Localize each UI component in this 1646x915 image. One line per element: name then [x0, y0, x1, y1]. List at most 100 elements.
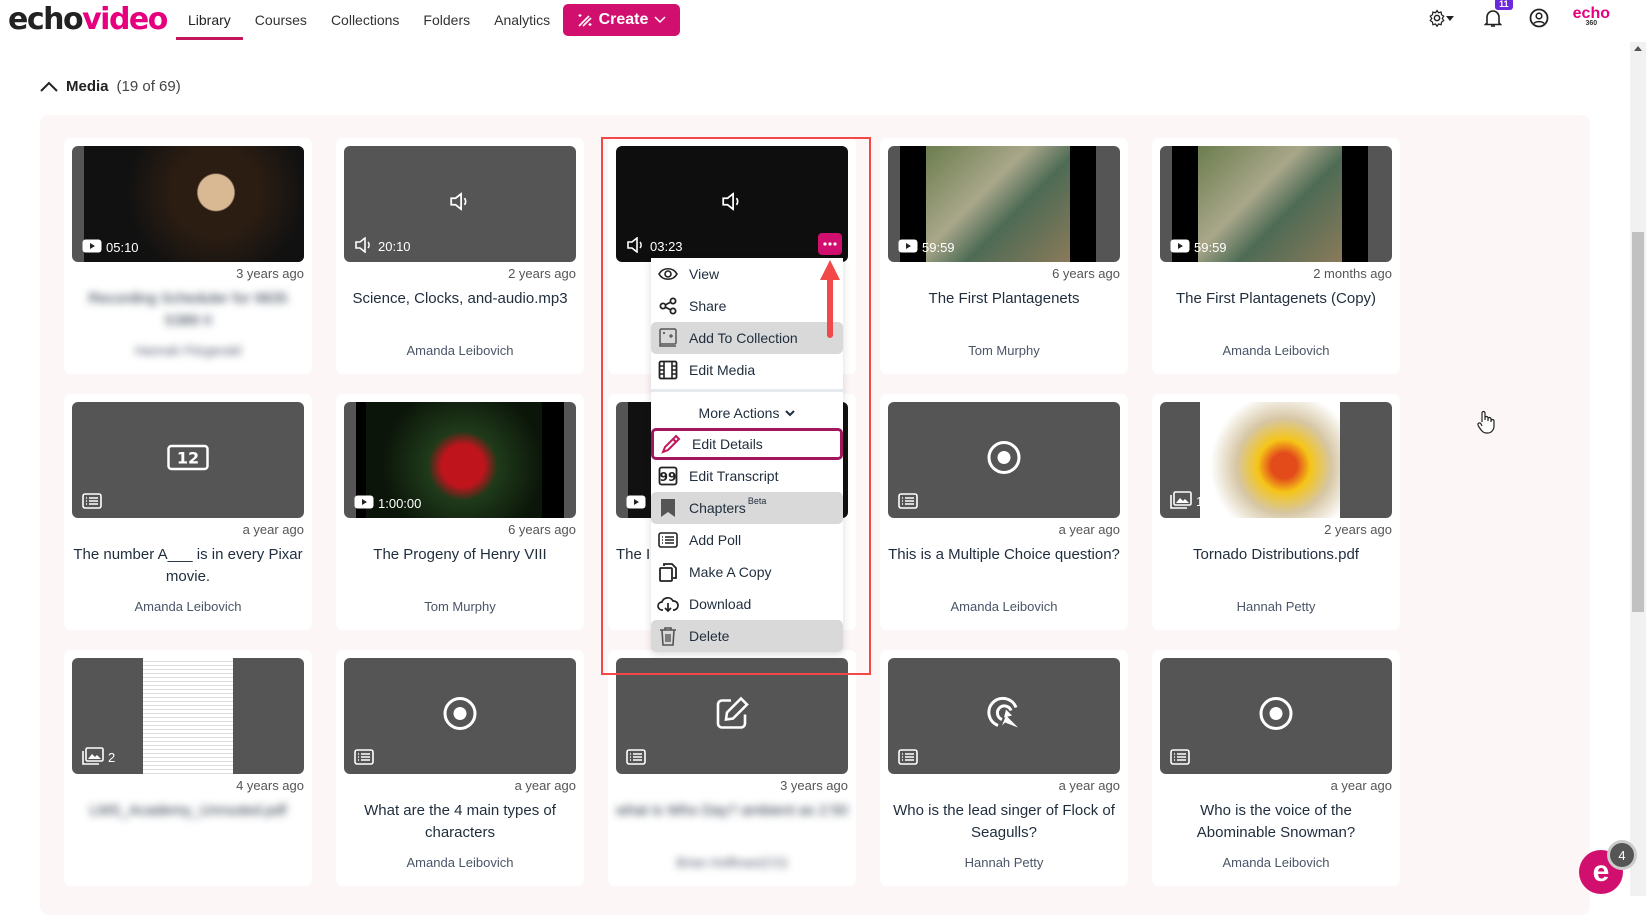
menu-item-share[interactable]: Share: [651, 290, 843, 322]
question-list-icon: [898, 493, 918, 512]
media-duration: 05:10: [106, 240, 139, 255]
media-card[interactable]: 12 a year ago The number A___ is in every …: [64, 394, 312, 630]
media-thumbnail[interactable]: 2: [72, 658, 304, 774]
nav-folders[interactable]: Folders: [411, 0, 482, 40]
menu-item-add-to-collection[interactable]: Add To Collection: [651, 322, 843, 354]
echovideo-logo[interactable]: echovideo: [8, 2, 168, 37]
media-owner: Amanda Leibovich: [406, 855, 514, 870]
media-title[interactable]: Recording Scheduler for 9835 S389 II: [72, 288, 304, 332]
scroll-up-arrow-icon[interactable]: [1634, 46, 1642, 51]
media-card[interactable]: a year ago Who is the lead singer of Floc…: [880, 650, 1128, 886]
menu-item-download[interactable]: Download: [651, 588, 843, 620]
menu-item-delete[interactable]: Delete: [651, 620, 843, 652]
media-title[interactable]: LMS_Academy_Unrouted.pdf: [72, 800, 304, 822]
menu-item-edit-transcript[interactable]: 99 Edit Transcript: [651, 460, 843, 492]
media-card[interactable]: a year ago This is a Multiple Choice ques…: [880, 394, 1128, 630]
media-duration: 20:10: [378, 239, 411, 254]
media-meta: [898, 749, 918, 768]
top-bar: echovideo Library Courses Collections Fo…: [0, 0, 1630, 42]
media-thumbnail[interactable]: [888, 402, 1120, 518]
media-title[interactable]: Science, Clocks, and-audio.mp3: [344, 288, 576, 310]
number-answer-icon: 12: [167, 444, 209, 476]
menu-item-label: Edit Transcript: [689, 468, 779, 484]
menu-item-chapters[interactable]: Chapters Beta: [651, 492, 843, 524]
media-thumbnail[interactable]: [344, 658, 576, 774]
hotspot-icon: [986, 696, 1022, 737]
media-card[interactable]: a year ago What are the 4 main types of c…: [336, 650, 584, 886]
question-list-icon: [626, 749, 646, 768]
media-title[interactable]: What are the 4 main types of characters: [344, 800, 576, 844]
more-options-button[interactable]: [818, 233, 842, 255]
settings-button[interactable]: [1423, 6, 1459, 30]
menu-item-label: Share: [689, 298, 727, 314]
nav-collections[interactable]: Collections: [319, 0, 411, 40]
media-thumbnail[interactable]: 12: [72, 402, 304, 518]
question-list-icon: [82, 493, 102, 512]
media-title[interactable]: This is a Multiple Choice question?: [888, 544, 1120, 566]
menu-item-view[interactable]: View: [651, 258, 843, 290]
more-actions-toggle[interactable]: More Actions: [651, 398, 843, 428]
media-title[interactable]: The First Plantagenets (Copy): [1160, 288, 1392, 310]
media-card[interactable]: 59:59 2 months ago The First Plantagenets …: [1152, 138, 1400, 374]
media-card[interactable]: 2 4 years ago LMS_Academy_Unrouted.pdf: [64, 650, 312, 886]
menu-item-edit-media[interactable]: Edit Media: [651, 354, 843, 386]
nav-analytics[interactable]: Analytics: [482, 0, 562, 40]
media-section-toggle[interactable]: Media (19 of 69): [40, 78, 181, 95]
media-title[interactable]: Who is the lead singer of Flock of Seagu…: [888, 800, 1120, 844]
media-duration: 2: [108, 750, 116, 765]
media-thumbnail[interactable]: [888, 658, 1120, 774]
chevron-up-icon: [40, 81, 58, 92]
media-card[interactable]: a year ago Who is the voice of the Abomin…: [1152, 650, 1400, 886]
media-card[interactable]: 59:59 6 years ago The First Plantagenets To…: [880, 138, 1128, 374]
media-card[interactable]: 20:10 2 years ago Science, Clocks, and-aud…: [336, 138, 584, 374]
nav-library[interactable]: Library: [176, 0, 243, 40]
notifications-button[interactable]: 11: [1481, 0, 1513, 30]
menu-item-label: Download: [689, 596, 752, 612]
media-age: a year ago: [242, 522, 304, 537]
media-age: 2 years ago: [508, 266, 576, 281]
multiple-choice-icon: [442, 696, 478, 737]
menu-item-make-a-copy[interactable]: Make A Copy: [651, 556, 843, 588]
media-thumbnail[interactable]: 59:59: [1160, 146, 1392, 262]
media-card[interactable]: 12 2 years ago Tornado Distributions.pdf Ha…: [1152, 394, 1400, 630]
nav-courses[interactable]: Courses: [243, 0, 319, 40]
media-title[interactable]: what is Who Day? ambient as 2:50: [616, 800, 848, 822]
create-button[interactable]: Create: [563, 4, 680, 36]
bookmark-icon: [657, 498, 679, 518]
media-thumbnail[interactable]: [616, 658, 848, 774]
section-title: Media: [66, 78, 109, 95]
media-card[interactable]: 05:10 3 years ago Recording Scheduler for …: [64, 138, 312, 374]
menu-item-edit-details[interactable]: Edit Details: [651, 428, 843, 460]
media-owner: Amanda Leibovich: [134, 599, 242, 614]
account-button[interactable]: [1527, 6, 1551, 30]
menu-item-label: Chapters: [689, 500, 746, 516]
media-title[interactable]: The number A___ is in every Pixar movie.: [72, 544, 304, 588]
menu-item-label: View: [689, 266, 720, 282]
media-thumbnail[interactable]: 12: [1160, 402, 1392, 518]
media-card[interactable]: 1:00:00 6 years ago The Progeny of Henry V…: [336, 394, 584, 630]
menu-item-label: Delete: [689, 628, 730, 644]
media-thumbnail[interactable]: [1160, 658, 1392, 774]
page-scrollbar[interactable]: [1630, 42, 1646, 896]
media-age: 6 years ago: [1052, 266, 1120, 281]
media-duration: 1:00:00: [378, 496, 422, 511]
media-title[interactable]: The Progeny of Henry VIII: [344, 544, 576, 566]
menu-item-add-poll[interactable]: Add Poll: [651, 524, 843, 556]
media-thumbnail[interactable]: 20:10: [344, 146, 576, 262]
echo360-logo[interactable]: echo 360: [1573, 6, 1610, 28]
media-meta: 59:59: [898, 239, 955, 256]
media-title[interactable]: The First Plantagenets: [888, 288, 1120, 310]
media-card[interactable]: 3 years ago what is Who Day? ambient as 2…: [608, 650, 856, 886]
media-thumbnail[interactable]: 59:59: [888, 146, 1120, 262]
media-title[interactable]: Tornado Distributions.pdf: [1160, 544, 1392, 566]
magic-wand-icon: [578, 14, 592, 27]
media-owner: Amanda Leibovich: [406, 343, 514, 358]
media-thumbnail[interactable]: 1:00:00: [344, 402, 576, 518]
play-icon: [354, 495, 374, 512]
media-thumbnail[interactable]: 05:10: [72, 146, 304, 262]
more-actions-label: More Actions: [698, 405, 780, 421]
chevron-down-icon: [785, 409, 796, 416]
media-title[interactable]: Who is the voice of the Abominable Snowm…: [1160, 800, 1392, 844]
scrollbar-thumb[interactable]: [1632, 232, 1644, 612]
thumbnail-image: [143, 658, 233, 774]
